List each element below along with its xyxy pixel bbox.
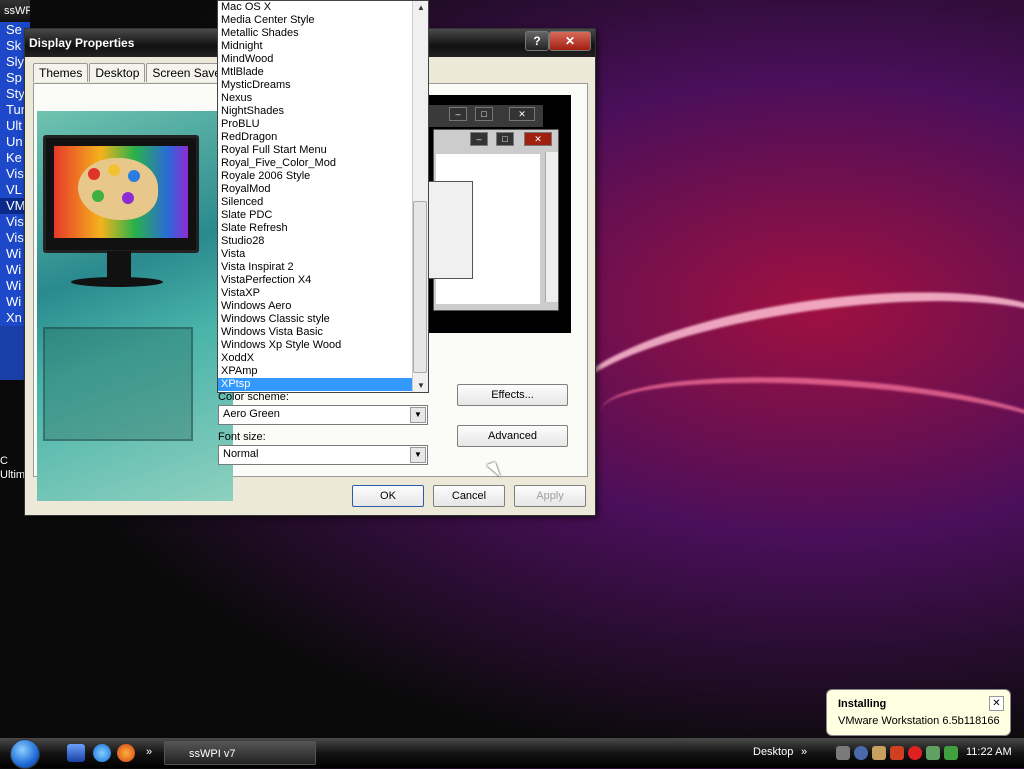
preview-scrollbar	[545, 152, 558, 302]
dropdown-option[interactable]: XoddX	[218, 352, 428, 365]
scrollbar-thumb[interactable]	[413, 201, 427, 373]
preview-window-area: – □ ✕ – □ ✕	[425, 95, 571, 333]
tab-strip: Themes Desktop Screen Saver	[33, 63, 232, 83]
windows-start-orb-icon[interactable]	[10, 739, 40, 769]
advanced-button[interactable]: Advanced	[457, 425, 568, 447]
dropdown-option[interactable]: Vista	[218, 248, 428, 261]
dropdown-option[interactable]: Windows Vista Basic	[218, 326, 428, 339]
dropdown-option[interactable]: MysticDreams	[218, 79, 428, 92]
balloon-title: Installing	[838, 698, 887, 710]
preview-message-box	[427, 181, 473, 279]
wallpaper-swoosh	[552, 264, 1024, 486]
chevron-down-icon[interactable]: ▼	[410, 407, 426, 423]
font-size-label: Font size:	[218, 431, 266, 443]
dropdown-option[interactable]: XPtsp	[218, 378, 428, 391]
dropdown-option[interactable]: Media Center Style	[218, 14, 428, 27]
desktop-icon-label[interactable]: C	[0, 455, 8, 467]
network-icon[interactable]	[836, 746, 850, 760]
dropdown-option[interactable]: Metallic Shades	[218, 27, 428, 40]
vmware-icon[interactable]	[872, 746, 886, 760]
theme-preview-image	[37, 111, 233, 501]
dropdown-option[interactable]: Slate PDC	[218, 209, 428, 222]
tray-chevron-icon[interactable]: »	[801, 746, 807, 758]
balloon-text: VMware Workstation 6.5b118166	[838, 715, 1000, 727]
tab-themes[interactable]: Themes	[33, 63, 89, 82]
dropdown-option[interactable]: Mac OS X	[218, 1, 428, 14]
dropdown-option[interactable]: Midnight	[218, 40, 428, 53]
dropdown-option[interactable]: VistaPerfection X4	[218, 274, 428, 287]
dropdown-option[interactable]: Nexus	[218, 92, 428, 105]
cancel-button[interactable]: Cancel	[433, 485, 505, 507]
palette-icon	[78, 158, 158, 220]
dropdown-option[interactable]: XPAmp	[218, 365, 428, 378]
show-desktop-icon[interactable]	[67, 744, 85, 762]
apply-button[interactable]: Apply	[514, 485, 586, 507]
dropdown-option[interactable]: Royale 2006 Style	[218, 170, 428, 183]
taskbar-button-sswpi[interactable]: ssWPI v7	[164, 741, 316, 765]
dropdown-option[interactable]: MtlBlade	[218, 66, 428, 79]
preview-inactive-window: – □ ✕	[427, 105, 543, 127]
scroll-up-icon[interactable]: ▲	[416, 3, 426, 12]
color-scheme-value: Aero Green	[223, 408, 280, 420]
internet-explorer-icon[interactable]	[93, 744, 111, 762]
font-size-value: Normal	[223, 448, 259, 460]
dropdown-option[interactable]: Royal_Five_Color_Mod	[218, 157, 428, 170]
taskbar	[0, 738, 1024, 769]
color-scheme-select[interactable]: Aero Green ▼	[218, 405, 428, 425]
antivirus-icon[interactable]	[890, 746, 904, 760]
monitor-icon	[43, 135, 199, 253]
security-icon[interactable]	[854, 746, 868, 760]
sync-icon[interactable]	[908, 746, 922, 760]
close-button[interactable]: ✕	[549, 31, 591, 51]
clock[interactable]: 11:22 AM	[966, 746, 1012, 758]
dropdown-option[interactable]: Windows Classic style	[218, 313, 428, 326]
help-button[interactable]: ?	[525, 31, 549, 51]
quicklaunch-chevron-icon[interactable]: »	[146, 746, 152, 758]
dropdown-option[interactable]: RoyalMod	[218, 183, 428, 196]
dropdown-option[interactable]: Vista Inspirat 2	[218, 261, 428, 274]
font-size-select[interactable]: Normal ▼	[218, 445, 428, 465]
ok-button[interactable]: OK	[352, 485, 424, 507]
background-app-title: ssWPI v7	[0, 0, 30, 22]
chevron-down-icon[interactable]: ▼	[410, 447, 426, 463]
dropdown-option[interactable]: ProBLU	[218, 118, 428, 131]
wallpaper-swoosh	[597, 363, 1024, 493]
dropdown-option[interactable]: MindWood	[218, 53, 428, 66]
dropdown-option[interactable]: Slate Refresh	[218, 222, 428, 235]
scroll-down-icon[interactable]: ▼	[416, 381, 426, 390]
notification-balloon[interactable]: Installing VMware Workstation 6.5b118166…	[826, 689, 1011, 736]
dialog-title: Display Properties	[29, 36, 135, 50]
dropdown-option[interactable]: Silenced	[218, 196, 428, 209]
effects-button[interactable]: Effects...	[457, 384, 568, 406]
dropdown-scrollbar[interactable]: ▲ ▼	[412, 1, 428, 392]
dropdown-option[interactable]: RedDragon	[218, 131, 428, 144]
dropdown-option[interactable]: Royal Full Start Menu	[218, 144, 428, 157]
dropdown-option[interactable]: Studio28	[218, 235, 428, 248]
power-icon[interactable]	[926, 746, 940, 760]
balloon-close-button[interactable]: ✕	[989, 696, 1004, 711]
dropdown-option[interactable]: NightShades	[218, 105, 428, 118]
dropdown-option[interactable]: VistaXP	[218, 287, 428, 300]
device-icon[interactable]	[944, 746, 958, 760]
dropdown-option[interactable]: Windows Xp Style Wood	[218, 339, 428, 352]
dropdown-option[interactable]: Windows Aero	[218, 300, 428, 313]
desktop-icon-label[interactable]: Ultim	[0, 469, 25, 481]
taskbar-button-label: ssWPI v7	[189, 748, 236, 760]
desktop-toolbar-label[interactable]: Desktop	[753, 746, 793, 758]
style-dropdown-list[interactable]: Mac OS X Media Center Style Metallic Shade…	[217, 0, 429, 393]
tab-desktop[interactable]: Desktop	[89, 63, 146, 82]
monitor-reflection	[43, 327, 193, 441]
firefox-icon[interactable]	[117, 744, 135, 762]
